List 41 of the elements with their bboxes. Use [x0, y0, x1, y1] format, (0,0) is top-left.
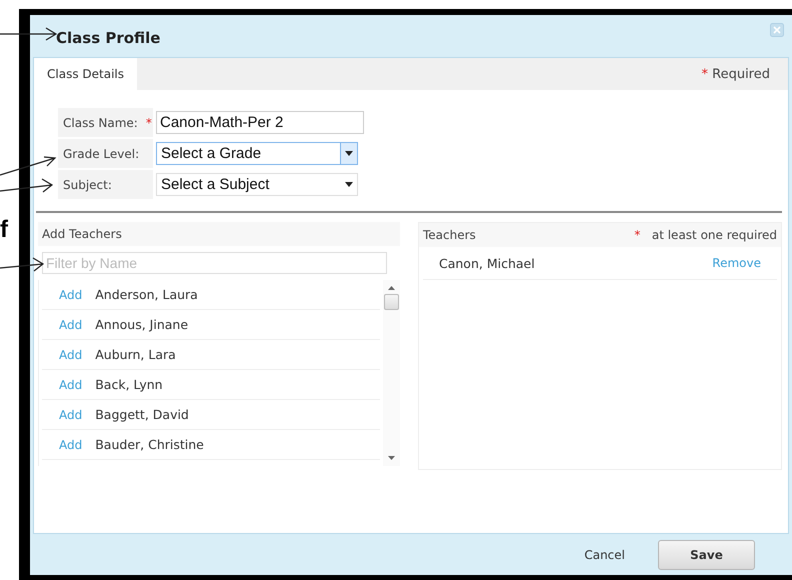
add-link[interactable]: Add [59, 408, 82, 422]
teacher-name: Annous, Jinane [95, 317, 188, 332]
field-label: Subject: [58, 170, 153, 199]
arrow [0, 156, 56, 176]
scrollbar[interactable] [383, 280, 400, 466]
dropdown[interactable]: Select a Subject [156, 173, 358, 196]
add-link[interactable]: Add [59, 318, 82, 332]
panel-title: Add Teachers [42, 227, 122, 241]
save-button[interactable]: Save [658, 540, 755, 570]
arrow [0, 257, 44, 272]
remove-link[interactable]: Remove [712, 256, 761, 270]
tab[interactable]: Class Details [34, 58, 137, 90]
teacher-name: Back, Lynn [95, 377, 163, 392]
teacher-name: Baggett, David [95, 407, 189, 422]
caret-icon [345, 151, 353, 156]
class-name-field[interactable]: Canon-Math-Per 2 [156, 111, 364, 134]
required-note: * at least one required [634, 228, 777, 242]
arrow [0, 27, 58, 41]
teacher-name: Anderson, Laura [95, 287, 198, 302]
teacher-name: Auburn, Lara [95, 347, 176, 362]
arrow [0, 178, 54, 193]
scroll-down-icon[interactable] [388, 456, 395, 460]
panel-title: Teachers [423, 228, 476, 242]
add-link[interactable]: Add [59, 288, 82, 302]
scroll-up-icon[interactable] [388, 286, 395, 290]
dropdown[interactable]: Select a Grade [156, 142, 358, 165]
add-link[interactable]: Add [59, 378, 82, 392]
teacher-name: Canon, Michael [439, 256, 535, 270]
add-link[interactable]: Add [59, 438, 82, 452]
field-label: Grade Level: [58, 139, 153, 168]
add-link[interactable]: Add [59, 348, 82, 362]
field-label: Class Name: * [58, 108, 153, 137]
required-note: * Required [702, 66, 770, 82]
filter-field[interactable]: Filter by Name [42, 252, 387, 274]
cancel-button[interactable]: Cancel [578, 546, 631, 562]
close-icon[interactable] [770, 23, 784, 37]
scroll-thumb[interactable] [384, 294, 399, 310]
caret-icon [345, 182, 353, 187]
annotation-letter: f [0, 218, 8, 242]
window-title: Class Profile [56, 29, 160, 47]
teacher-name: Bauder, Christine [95, 437, 204, 452]
